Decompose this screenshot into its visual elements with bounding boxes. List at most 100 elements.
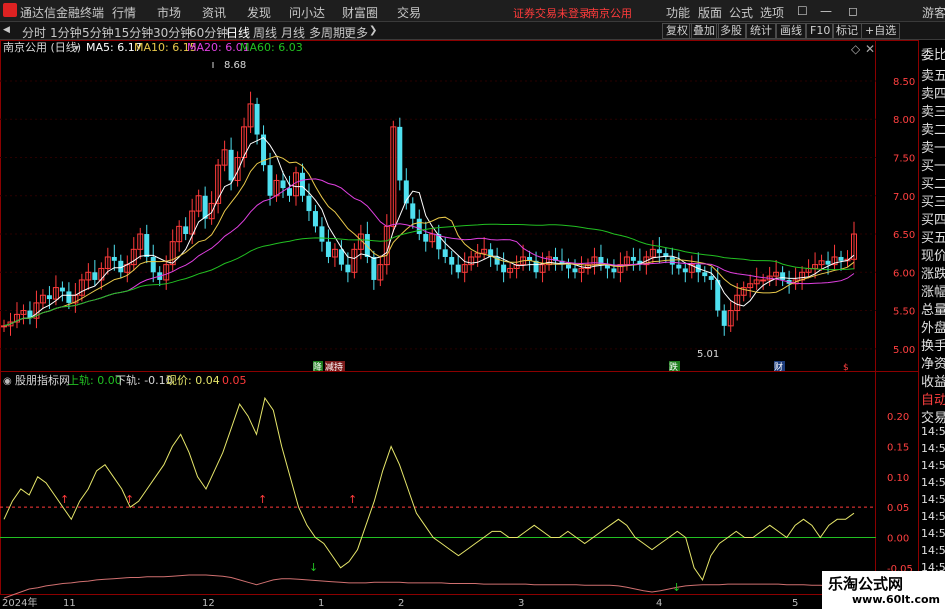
tab-period-8[interactable]: 周线 [253, 24, 277, 41]
candle-body [319, 226, 325, 242]
tab-period-2[interactable]: 1分钟 [50, 24, 82, 41]
tab-period-1[interactable]: 分时 [22, 24, 46, 41]
watermark: 乐淘公式网 www.60lt.com [822, 571, 945, 609]
quote-label[interactable]: 外盘 [921, 317, 945, 336]
indicator-tick-label: 0.15 [887, 443, 909, 454]
tab-period-5[interactable]: 30分钟 [153, 24, 192, 41]
tab-period-4[interactable]: 15分钟 [114, 24, 153, 41]
candle-body [111, 256, 117, 261]
candle-body [371, 256, 377, 280]
menu-news[interactable]: 资讯 [202, 4, 226, 21]
menu-ask[interactable]: 问小达 [289, 4, 325, 21]
menu-quotes[interactable]: 行情 [112, 4, 136, 21]
buy-arrow-icon: ↑ [258, 493, 267, 506]
trade-label[interactable]: 交易 [921, 407, 945, 426]
quote-label[interactable]: 卖二 [921, 119, 945, 138]
quote-label[interactable]: 卖四 [921, 83, 945, 102]
event-marker[interactable]: 降 [313, 361, 322, 373]
candle-body [228, 149, 234, 181]
tick-time: 14:56 [921, 442, 945, 455]
tick-time: 14:56 [921, 527, 945, 540]
price-tick-label: 5.50 [893, 307, 915, 318]
login-status[interactable]: 证券交易未登录 [513, 5, 590, 21]
quote-label[interactable]: 现价 [921, 245, 945, 264]
tool-button-3[interactable]: 多股 [716, 23, 746, 39]
gridlines [0, 80, 876, 350]
tool-button-6[interactable]: F10 [806, 23, 835, 39]
candle-body [338, 249, 344, 265]
indicator-settings-icon[interactable]: ◉ [3, 376, 12, 387]
quote-label[interactable]: 买五 [921, 227, 945, 246]
candle-body [455, 264, 461, 273]
quote-side-panel: 委比 卖五 卖四 卖三 卖二 卖一 买一 买二 买三 买四 买五 现价 涨跌 涨… [918, 40, 945, 609]
menu-discover[interactable]: 发现 [247, 4, 271, 21]
menu-market[interactable]: 市场 [157, 4, 181, 21]
candle-body [838, 256, 844, 261]
period-tab-bar: ◀ 分时 1分钟 5分钟 15分钟 30分钟 60分钟 日线 周线 月线 多周期… [0, 22, 945, 40]
chart-area[interactable]: 南京公用 (日线) ▾ MA5: 6.17 MA10: 6.15 MA20: 6… [0, 40, 920, 609]
event-marker[interactable]: $ [843, 363, 849, 373]
quote-label[interactable]: 卖一 [921, 137, 945, 156]
tool-button-8[interactable]: +自选 [861, 23, 901, 39]
quote-label[interactable]: 买三 [921, 191, 945, 210]
quote-label[interactable]: 卖三 [921, 101, 945, 120]
tool-button-1[interactable]: 复权 [662, 23, 692, 39]
time-label: 1 [318, 598, 324, 609]
quote-label[interactable]: 买四 [921, 209, 945, 228]
candle-body [345, 264, 351, 273]
tool-button-4[interactable]: 统计 [746, 23, 776, 39]
menu-function[interactable]: 功能 [666, 4, 690, 21]
tool-button-2[interactable]: 叠加 [689, 23, 719, 39]
quote-label[interactable]: 涨跌 [921, 263, 945, 282]
close-panel-icon[interactable]: ✕ [865, 42, 875, 56]
tab-left-arrow-icon[interactable]: ◀ [3, 25, 10, 35]
candle-body [280, 180, 286, 189]
tab-period-3[interactable]: 5分钟 [82, 24, 114, 41]
quote-label[interactable]: 净资 [921, 353, 945, 372]
guest-button[interactable]: 游客 [922, 4, 945, 21]
search-icon[interactable]: ☐ [797, 4, 808, 18]
expand-panel-icon[interactable]: ◇ [851, 42, 861, 56]
quote-label[interactable]: 收益 [921, 371, 945, 390]
menu-trade[interactable]: 交易 [397, 4, 421, 21]
ma-settings-icon[interactable]: ▾ [74, 43, 79, 54]
candle-body [59, 287, 65, 292]
tool-button-7[interactable]: 标记 [832, 23, 862, 39]
indicator-tick-label: 0.10 [887, 473, 909, 484]
candle-body [1, 325, 7, 328]
chevron-right-icon[interactable]: ❯ [369, 25, 377, 36]
candle-body [682, 268, 688, 273]
price-tick-label: 6.00 [893, 268, 915, 279]
tab-period-6[interactable]: 60分钟 [189, 24, 228, 41]
tab-period-10[interactable]: 多周期 [309, 24, 345, 41]
quote-label[interactable]: 卖五 [921, 65, 945, 84]
event-marker[interactable]: 减持 [325, 361, 343, 373]
price-tick-label: 5.00 [893, 345, 915, 356]
ma60-label: MA60: 6.03 [240, 41, 303, 54]
quote-label[interactable]: 总量 [921, 299, 945, 318]
auto-trade-label[interactable]: 自动 [921, 389, 945, 408]
quote-label[interactable]: 换手 [921, 335, 945, 354]
candle-body [760, 279, 767, 282]
time-label: 5 [792, 598, 798, 609]
menu-wealth[interactable]: 财富圈 [342, 4, 378, 21]
tab-period-11[interactable]: 更多 [344, 24, 368, 41]
time-label: 11 [63, 598, 76, 609]
quote-label[interactable]: 买二 [921, 173, 945, 192]
indicator-line [3, 396, 855, 581]
menu-formula[interactable]: 公式 [729, 4, 753, 21]
menu-layout[interactable]: 版面 [698, 4, 722, 21]
tool-button-5[interactable]: 画线 [776, 23, 806, 39]
tab-period-9[interactable]: 月线 [281, 24, 305, 41]
quote-label[interactable]: 委比 [921, 44, 945, 63]
minimize-icon[interactable]: — [820, 4, 832, 18]
maximize-icon[interactable]: ◻ [848, 4, 858, 18]
tab-period-7[interactable]: 日线 [226, 24, 250, 41]
event-marker[interactable]: 财 [774, 361, 783, 373]
quote-label[interactable]: 买一 [921, 155, 945, 174]
event-marker[interactable]: 跌 [669, 362, 678, 373]
buy-arrow-icon: ↑ [60, 493, 69, 506]
price-tick-label: 7.50 [893, 153, 915, 164]
quote-label[interactable]: 涨幅 [921, 281, 945, 300]
menu-options[interactable]: 选项 [760, 4, 784, 21]
